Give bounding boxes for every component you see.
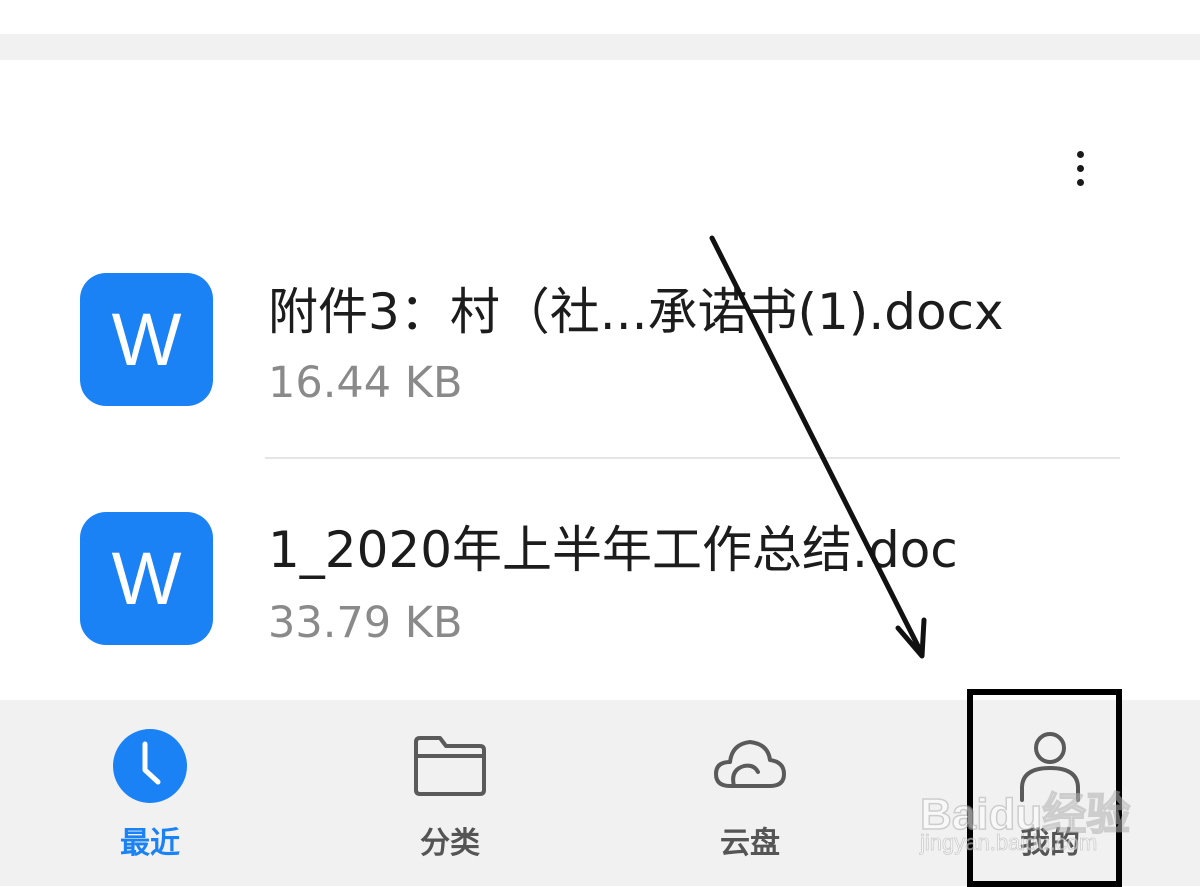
clock-icon (113, 729, 187, 803)
more-vertical-icon-dot (1076, 178, 1084, 186)
list-divider (265, 457, 1120, 459)
word-document-icon: W (80, 273, 213, 406)
cloud-icon (714, 740, 786, 788)
nav-tab-recent[interactable]: 最近 (50, 700, 250, 886)
person-icon (1020, 732, 1080, 802)
nav-label-category: 分类 (420, 826, 480, 861)
more-vertical-icon-dot (1076, 164, 1084, 172)
nav-tab-cloud[interactable]: 云盘 (650, 700, 850, 886)
file-name: 附件3：村（社...承诺书(1).docx (268, 283, 1004, 341)
file-name: 1_2020年上半年工作总结.doc (268, 521, 958, 579)
file-list-item[interactable]: W 附件3：村（社...承诺书(1).docx 16.44 KB (0, 260, 1200, 420)
nav-tab-mine[interactable]: 我的 (950, 700, 1150, 886)
nav-label-recent: 最近 (120, 826, 180, 861)
bottom-navigation-bar: 最近 分类 云盘 我的 (0, 700, 1200, 886)
section-divider (0, 34, 1200, 60)
file-size: 16.44 KB (268, 358, 463, 408)
nav-tab-category[interactable]: 分类 (350, 700, 550, 886)
more-vertical-icon (1076, 150, 1084, 158)
file-list-item[interactable]: W 1_2020年上半年工作总结.doc 33.79 KB (0, 500, 1200, 660)
folder-icon (414, 736, 486, 796)
file-size: 33.79 KB (268, 598, 463, 648)
nav-label-cloud: 云盘 (720, 826, 780, 861)
nav-label-mine: 我的 (1020, 826, 1080, 861)
word-document-icon: W (80, 512, 213, 645)
top-strip (0, 0, 1200, 34)
more-options-button[interactable] (1056, 140, 1104, 196)
